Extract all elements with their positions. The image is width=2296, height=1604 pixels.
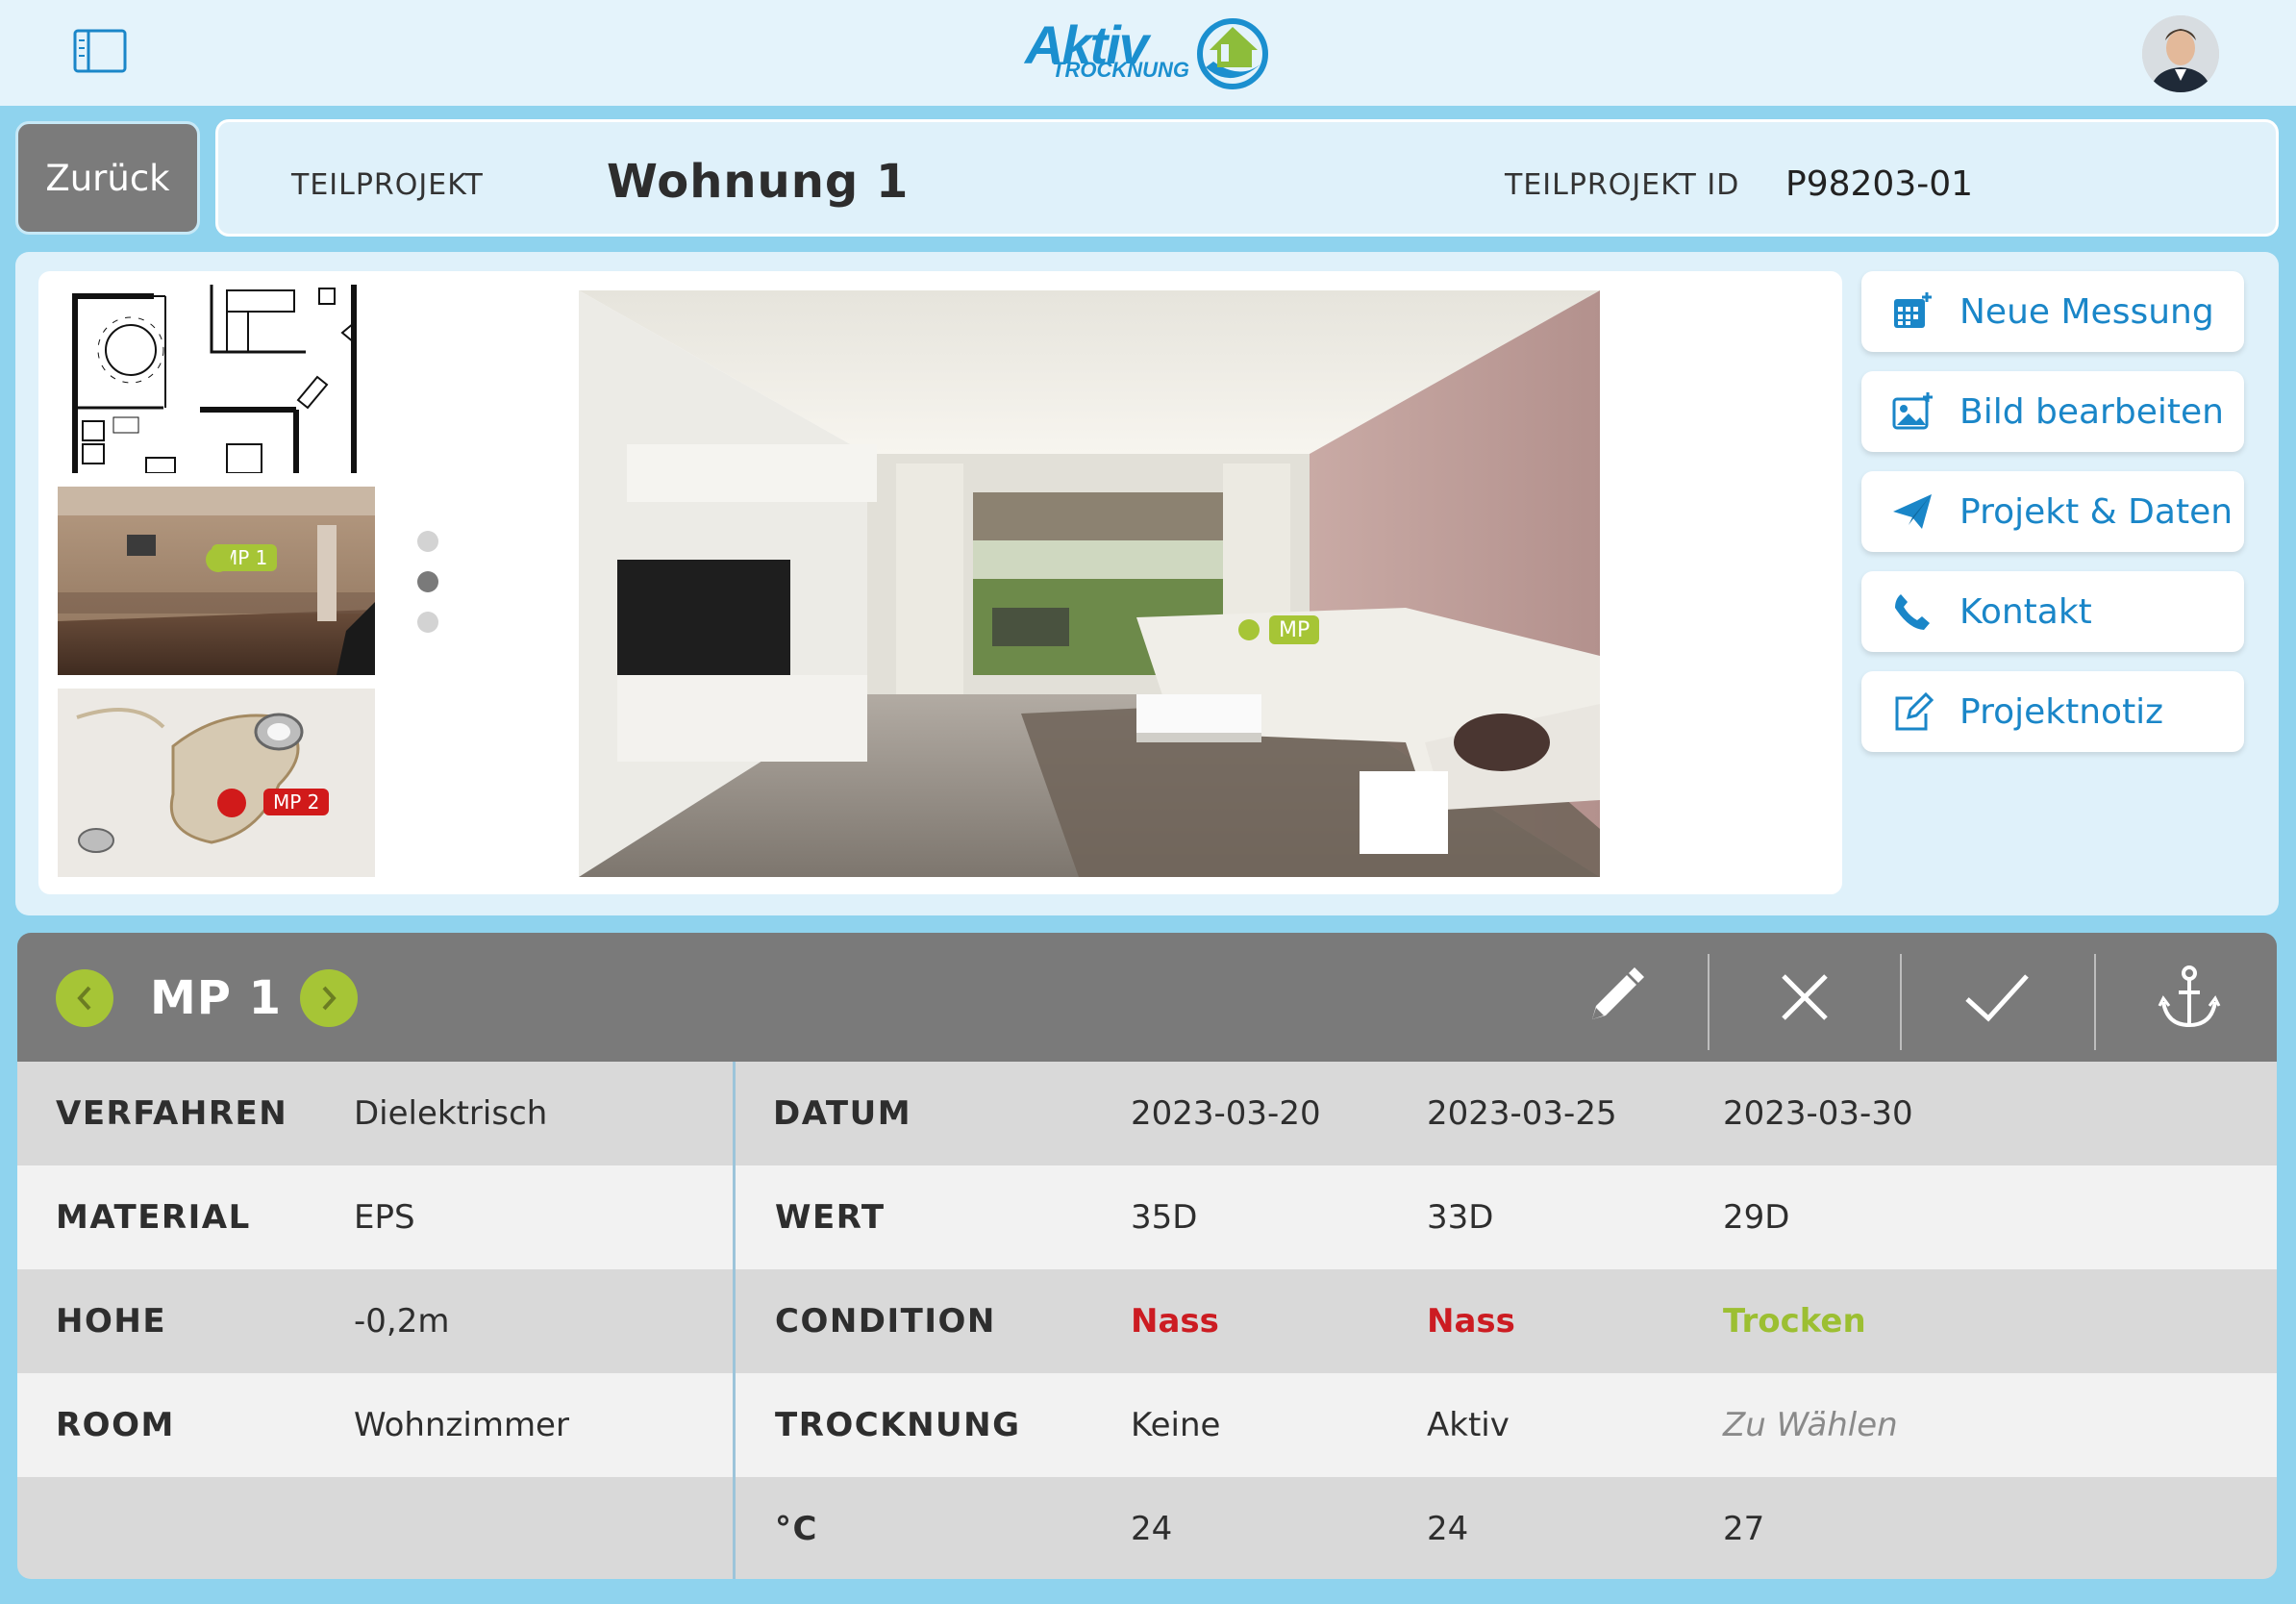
subproject-id-value: P98203-01 — [1785, 164, 1974, 204]
value-cell: 35D — [1131, 1198, 1198, 1237]
close-icon[interactable] — [1769, 962, 1840, 1033]
drying-select-cell[interactable]: Zu Wählen — [1723, 1373, 1898, 1477]
carousel-dots — [417, 531, 438, 652]
marker-dot — [206, 547, 231, 572]
condition-dry-cell: Trocken — [1723, 1302, 1866, 1341]
carousel-dot[interactable] — [417, 612, 438, 633]
send-icon — [1890, 489, 1934, 534]
date-cell: 2023-03-20 — [1131, 1094, 1321, 1133]
sidebar-toggle-icon[interactable] — [73, 29, 127, 73]
row-header: TROCKNUNG — [775, 1406, 1021, 1444]
property-key: HOHE — [56, 1302, 167, 1341]
date-cell: 2023-03-30 — [1723, 1094, 1913, 1133]
toolbar-divider — [2094, 954, 2096, 1050]
phone-icon — [1890, 589, 1934, 634]
carousel-dot-active[interactable] — [417, 571, 438, 592]
measurement-table: VERFAHREN Dielektrisch DATUM 2023-03-20 … — [17, 1062, 2277, 1579]
project-data-button[interactable]: Projekt & Daten — [1861, 471, 2244, 552]
project-info-bar: TEILPROJEKT Wohnung 1 TEILPROJEKT ID P98… — [215, 119, 2279, 237]
edit-image-button[interactable]: Bild bearbeiten — [1861, 371, 2244, 452]
user-avatar[interactable] — [2142, 15, 2219, 92]
date-cell: 2023-03-25 — [1427, 1094, 1617, 1133]
subproject-title: Wohnung 1 — [607, 155, 910, 209]
contact-button[interactable]: Kontakt — [1861, 571, 2244, 652]
action-label: Kontakt — [1959, 591, 2092, 632]
new-measurement-button[interactable]: Neue Messung — [1861, 271, 2244, 352]
thumbnail-basement-photo[interactable]: MP 1 — [58, 487, 375, 675]
property-value: Wohnzimmer — [354, 1406, 569, 1444]
logo-subtitle: TROCKNUNG — [1052, 58, 1189, 82]
condition-wet-cell: Nass — [1131, 1302, 1219, 1341]
property-value: Dielektrisch — [354, 1094, 548, 1133]
subproject-label: TEILPROJEKT — [291, 168, 484, 202]
toolbar-divider — [1900, 954, 1902, 1050]
carousel-dot[interactable] — [417, 531, 438, 552]
condition-wet-cell: Nass — [1427, 1302, 1515, 1341]
temperature-cell: 24 — [1131, 1510, 1173, 1548]
value-cell: 33D — [1427, 1198, 1494, 1237]
marker-dot[interactable] — [1238, 619, 1260, 640]
marker-dot — [217, 789, 246, 817]
house-logo-icon — [1197, 18, 1268, 89]
table-row: VERFAHREN Dielektrisch DATUM 2023-03-20 … — [17, 1062, 2277, 1165]
table-row: MATERIAL EPS WERT 35D 33D 29D — [17, 1165, 2277, 1269]
edit-note-icon — [1890, 689, 1934, 734]
table-row: ROOM Wohnzimmer TROCKNUNG Keine Aktiv Zu… — [17, 1373, 2277, 1477]
temperature-cell: 27 — [1723, 1510, 1765, 1548]
thumbnail-ceiling-photo[interactable]: MP 2 — [58, 689, 375, 877]
action-label: Projektnotiz — [1959, 691, 2164, 732]
row-header: CONDITION — [775, 1302, 996, 1341]
thumbnail-floor-plan[interactable] — [58, 285, 373, 473]
action-label: Projekt & Daten — [1959, 491, 2234, 532]
back-button[interactable]: Zurück — [15, 121, 200, 235]
top-bar: Aktiv TROCKNUNG — [0, 0, 2296, 106]
drying-cell: Aktiv — [1427, 1406, 1510, 1444]
measurement-point-title: MP 1 — [150, 971, 283, 1025]
measurement-point-header: MP 1 — [17, 933, 2277, 1062]
value-cell: 29D — [1723, 1198, 1790, 1237]
action-label: Neue Messung — [1959, 291, 2214, 332]
main-room-photo[interactable]: MP — [579, 290, 1600, 877]
pencil-icon[interactable] — [1579, 962, 1650, 1033]
row-header: WERT — [775, 1198, 886, 1237]
chevron-left-icon — [77, 986, 91, 1011]
property-key: MATERIAL — [56, 1198, 251, 1237]
table-row: HOHE -0,2m CONDITION Nass Nass Trocken — [17, 1269, 2277, 1373]
anchor-icon[interactable] — [2154, 962, 2225, 1033]
property-key: ROOM — [56, 1406, 175, 1444]
marker-label[interactable]: MP — [1269, 615, 1320, 644]
image-add-icon — [1890, 389, 1934, 434]
calendar-add-icon — [1890, 289, 1934, 334]
chevron-right-icon — [322, 986, 337, 1011]
table-divider — [733, 1062, 736, 1579]
drying-cell: Keine — [1131, 1406, 1221, 1444]
row-header: DATUM — [773, 1094, 912, 1133]
subproject-id-label: TEILPROJEKT ID — [1505, 168, 1740, 202]
temperature-cell: 24 — [1427, 1510, 1469, 1548]
property-value: EPS — [354, 1198, 415, 1237]
property-key: VERFAHREN — [56, 1094, 288, 1133]
brand-logo: Aktiv TROCKNUNG — [1019, 13, 1288, 94]
toolbar-divider — [1708, 954, 1710, 1050]
table-row: °C 24 24 27 — [17, 1477, 2277, 1579]
previous-point-button[interactable] — [56, 969, 113, 1027]
project-note-button[interactable]: Projektnotiz — [1861, 671, 2244, 752]
check-icon[interactable] — [1961, 962, 2033, 1033]
marker-label: MP 2 — [263, 789, 330, 815]
property-value: -0,2m — [354, 1302, 450, 1341]
next-point-button[interactable] — [300, 969, 358, 1027]
action-label: Bild bearbeiten — [1959, 391, 2224, 432]
row-header: °C — [775, 1510, 818, 1548]
